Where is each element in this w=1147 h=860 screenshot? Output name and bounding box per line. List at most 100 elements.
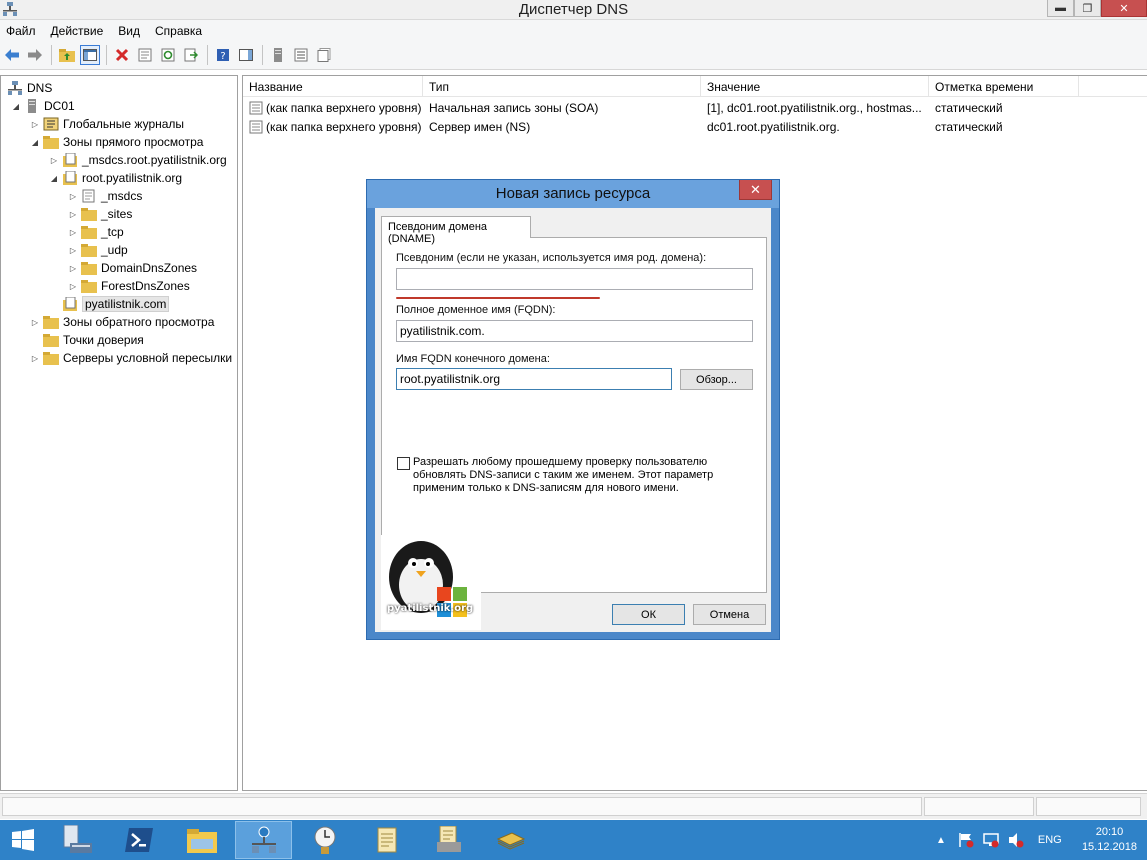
- taskbar-powershell[interactable]: [110, 821, 167, 859]
- column-header-value[interactable]: Значение: [701, 76, 929, 97]
- volume-muted-icon[interactable]: [1008, 832, 1024, 848]
- maximize-button[interactable]: ❐: [1074, 0, 1101, 17]
- table-row[interactable]: (как папка верхнего уровня) Начальная за…: [243, 98, 1079, 117]
- folder-icon: [43, 352, 59, 365]
- fqdn-input[interactable]: pyatilistnik.com.: [396, 320, 753, 342]
- properties-button[interactable]: [135, 45, 155, 65]
- column-header-name[interactable]: Название: [243, 76, 423, 97]
- expand-arrow-icon[interactable]: ▷: [68, 210, 78, 219]
- tree-item-domain-dns-zones[interactable]: ▷ DomainDnsZones: [68, 259, 197, 277]
- tree-label: _msdcs.root.pyatilistnik.org: [82, 153, 227, 167]
- tree-item-forward-zones[interactable]: ◢ Зоны прямого просмотра: [30, 133, 203, 151]
- column-header-type[interactable]: Тип: [423, 76, 701, 97]
- delete-button[interactable]: [112, 45, 132, 65]
- alias-input[interactable]: [396, 268, 753, 290]
- expand-arrow-icon[interactable]: ▷: [68, 246, 78, 255]
- dialog-title-bar: Новая запись ресурса ✕: [367, 180, 779, 208]
- tree-item-sites[interactable]: ▷ _sites: [68, 205, 132, 223]
- tree-label: DNS: [27, 81, 53, 95]
- expand-arrow-icon[interactable]: ▷: [68, 282, 78, 291]
- properties-icon: [138, 48, 152, 62]
- back-button[interactable]: [2, 45, 22, 65]
- close-icon: ✕: [1119, 2, 1129, 15]
- file-explorer-icon: [186, 829, 217, 853]
- tree-item-trust-points[interactable]: Точки доверия: [43, 331, 144, 349]
- server-button[interactable]: [268, 45, 288, 65]
- folder-up-icon: [59, 49, 75, 62]
- tree-item-conditional-forwarders[interactable]: ▷ Серверы условной пересылки: [30, 349, 232, 367]
- tree-item-udp[interactable]: ▷ _udp: [68, 241, 128, 259]
- show-hide-tree-button[interactable]: [80, 45, 100, 65]
- status-segment: [2, 797, 922, 816]
- up-folder-button[interactable]: [57, 45, 77, 65]
- tray-overflow-icon[interactable]: ▲: [936, 835, 946, 846]
- annotation-underline: [396, 297, 600, 299]
- expand-arrow-icon[interactable]: ▷: [30, 354, 40, 363]
- collapse-arrow-icon[interactable]: ◢: [30, 138, 40, 147]
- expand-arrow-icon[interactable]: ▷: [68, 192, 78, 201]
- language-indicator[interactable]: ENG: [1038, 834, 1062, 846]
- taskbar-mmc[interactable]: [482, 821, 539, 859]
- ok-button[interactable]: ОК: [612, 604, 685, 625]
- expand-arrow-icon[interactable]: ▷: [30, 318, 40, 327]
- tree-item-msdcs[interactable]: ▷ _msdcs: [68, 187, 142, 205]
- network-icon[interactable]: [983, 832, 999, 848]
- tree-item-dc01[interactable]: ◢ DC01: [11, 97, 75, 115]
- minimize-button[interactable]: ▬: [1047, 0, 1074, 17]
- clock[interactable]: 20:10 15.12.2018: [1082, 825, 1137, 855]
- expand-arrow-icon[interactable]: ▷: [49, 156, 59, 165]
- taskbar-explorer[interactable]: [173, 821, 230, 859]
- printer-log-icon: [436, 826, 461, 852]
- allow-update-checkbox[interactable]: [397, 457, 410, 470]
- expand-arrow-icon[interactable]: ▷: [68, 264, 78, 273]
- clock-date: 15.12.2018: [1081, 841, 1137, 853]
- dialog-close-button[interactable]: ✕: [739, 180, 772, 200]
- taskbar-log-viewer[interactable]: [420, 821, 477, 859]
- forward-button[interactable]: [25, 45, 45, 65]
- taskbar-dns-manager[interactable]: [235, 821, 292, 859]
- tree-item-forest-dns-zones[interactable]: ▷ ForestDnsZones: [68, 277, 190, 295]
- menu-help[interactable]: Справка: [155, 24, 202, 38]
- tree-item-dns[interactable]: DNS: [7, 79, 52, 97]
- menu-action[interactable]: Действие: [51, 24, 104, 38]
- tree-item-pyatilistnik-zone[interactable]: pyatilistnik.com: [62, 295, 170, 313]
- folder-icon: [43, 136, 59, 149]
- menu-bar: Файл Действие Вид Справка: [0, 20, 1147, 41]
- collapse-arrow-icon[interactable]: ◢: [11, 102, 21, 111]
- collapse-arrow-icon[interactable]: ◢: [49, 174, 59, 183]
- action-pane-button[interactable]: [236, 45, 256, 65]
- export-list-button[interactable]: [181, 45, 201, 65]
- stack-icon: [496, 832, 525, 850]
- taskbar-task-scheduler[interactable]: [296, 821, 353, 859]
- close-button[interactable]: ✕: [1101, 0, 1147, 17]
- expand-arrow-icon[interactable]: ▷: [30, 120, 40, 129]
- tree-item-global-logs[interactable]: ▷ Глобальные журналы: [30, 115, 184, 133]
- browse-button[interactable]: Обзор...: [680, 369, 753, 390]
- menu-view[interactable]: Вид: [118, 24, 140, 38]
- record-name: (как папка верхнего уровня): [266, 100, 422, 115]
- record-timestamp: статический: [935, 100, 1003, 115]
- target-fqdn-input[interactable]: root.pyatilistnik.org: [396, 368, 672, 390]
- action-center-flag-icon[interactable]: [958, 832, 974, 848]
- title-bar: Диспетчер DNS ▬ ❐ ✕: [0, 0, 1147, 20]
- record-button[interactable]: [314, 45, 334, 65]
- taskbar-notepad[interactable]: [358, 821, 415, 859]
- start-button[interactable]: [0, 821, 46, 859]
- help-button[interactable]: ?: [213, 45, 233, 65]
- expand-arrow-icon[interactable]: ▷: [68, 228, 78, 237]
- taskbar-server-manager[interactable]: [49, 821, 106, 859]
- column-header-timestamp[interactable]: Отметка времени: [929, 76, 1079, 97]
- tree-label: Зоны обратного просмотра: [63, 315, 215, 329]
- restore-icon: ❐: [1082, 2, 1093, 15]
- menu-file[interactable]: Файл: [6, 24, 36, 38]
- tab-dname[interactable]: Псевдоним домена (DNAME): [381, 216, 531, 245]
- server-icon: [274, 48, 282, 62]
- list-view-button[interactable]: [291, 45, 311, 65]
- cancel-button[interactable]: Отмена: [693, 604, 766, 625]
- refresh-button[interactable]: [158, 45, 178, 65]
- tree-item-tcp[interactable]: ▷ _tcp: [68, 223, 124, 241]
- table-row[interactable]: (как папка верхнего уровня) Сервер имен …: [243, 117, 1079, 136]
- tree-item-root-zone[interactable]: ◢ root.pyatilistnik.org: [49, 169, 182, 187]
- tree-item-msdcs-zone[interactable]: ▷ _msdcs.root.pyatilistnik.org: [49, 151, 227, 169]
- tree-item-reverse-zones[interactable]: ▷ Зоны обратного просмотра: [30, 313, 214, 331]
